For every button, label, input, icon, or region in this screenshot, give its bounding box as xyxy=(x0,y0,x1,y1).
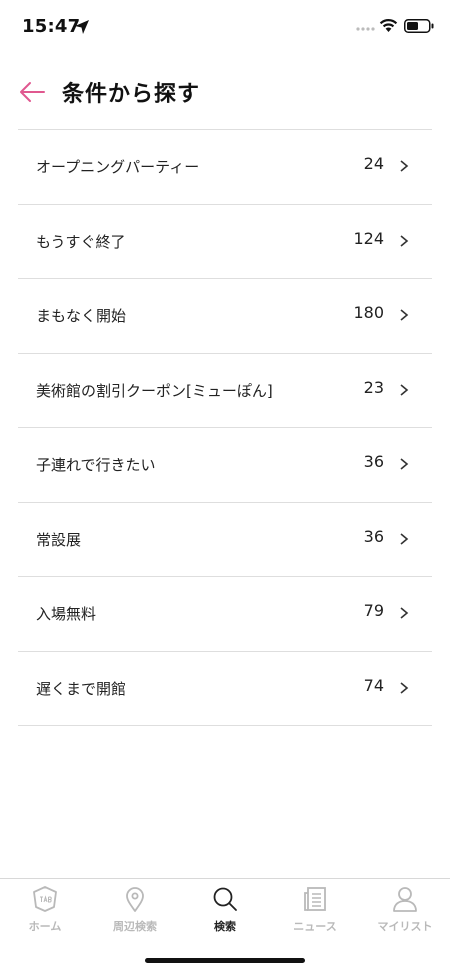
tab-logo-icon xyxy=(33,886,57,912)
item-label: もうすぐ終了 xyxy=(36,232,126,251)
chevron-right-icon xyxy=(400,160,409,172)
item-label: オープニングパーティー xyxy=(36,158,200,176)
tab-home[interactable]: ホーム xyxy=(0,879,90,939)
item-count: 36 xyxy=(363,452,384,471)
tab-search[interactable]: 検索 xyxy=(180,879,270,939)
item-label: 遅くまで開館 xyxy=(36,679,127,698)
chevron-right-icon xyxy=(400,383,409,396)
home-indicator[interactable] xyxy=(145,958,305,963)
list-item[interactable]: オープニングパーティー 24 xyxy=(18,130,432,205)
list-item[interactable]: 常設展 36 xyxy=(18,503,432,577)
item-count: 23 xyxy=(363,377,384,397)
item-label: 子連れで行きたい xyxy=(36,456,156,474)
back-arrow-icon[interactable] xyxy=(18,80,46,104)
status-bar: 15:47 xyxy=(0,0,450,56)
location-arrow-icon xyxy=(75,20,89,34)
item-count: 74 xyxy=(363,675,384,695)
list-item[interactable]: もうすぐ終了 124 xyxy=(18,205,432,279)
item-count: 124 xyxy=(353,228,384,248)
chevron-right-icon xyxy=(400,607,409,619)
chevron-right-icon xyxy=(400,309,409,321)
list-item[interactable]: 入場無料 79 xyxy=(18,577,432,652)
item-label: 常設展 xyxy=(36,530,82,549)
chevron-right-icon xyxy=(400,234,409,247)
item-count: 79 xyxy=(363,601,384,620)
page-title: 条件から探す xyxy=(62,82,201,107)
condition-list: オープニングパーティー 24 もうすぐ終了 124 まもなく開始 180 美術館… xyxy=(18,129,432,726)
list-item[interactable]: 美術館の割引クーポン[ミューぽん] 23 xyxy=(18,354,432,428)
location-pin-icon xyxy=(126,887,144,912)
tab-news[interactable]: ニュース xyxy=(270,879,360,939)
item-count: 180 xyxy=(353,303,384,322)
tab-label: ニュース xyxy=(293,920,337,933)
list-item[interactable]: 遅くまで開館 74 xyxy=(18,652,432,726)
chevron-right-icon xyxy=(400,458,409,470)
tab-my-list[interactable]: マイリスト xyxy=(360,879,450,939)
list-item[interactable]: 子連れで行きたい 36 xyxy=(18,428,432,503)
tab-nearby-search[interactable]: 周辺検索 xyxy=(90,879,180,939)
item-count: 36 xyxy=(363,526,384,546)
status-time: 15:47 xyxy=(22,16,81,37)
news-icon xyxy=(304,887,326,911)
item-count: 24 xyxy=(363,154,384,173)
item-label: 入場無料 xyxy=(36,605,97,623)
list-item[interactable]: まもなく開始 180 xyxy=(18,279,432,354)
header: 条件から探す xyxy=(0,70,450,118)
item-label: 美術館の割引クーポン[ミューぽん] xyxy=(36,381,273,400)
battery-icon xyxy=(404,19,434,33)
person-icon xyxy=(393,887,417,912)
chevron-right-icon xyxy=(400,681,409,694)
chevron-right-icon xyxy=(400,532,409,545)
item-label: まもなく開始 xyxy=(36,307,127,325)
tab-label: 検索 xyxy=(214,920,236,933)
tab-label: 周辺検索 xyxy=(113,920,157,933)
search-icon xyxy=(213,887,237,911)
wifi-icon xyxy=(379,19,398,32)
tab-label: ホーム xyxy=(28,920,62,933)
signal-icon xyxy=(356,27,375,31)
tab-label: マイリスト xyxy=(377,920,433,933)
